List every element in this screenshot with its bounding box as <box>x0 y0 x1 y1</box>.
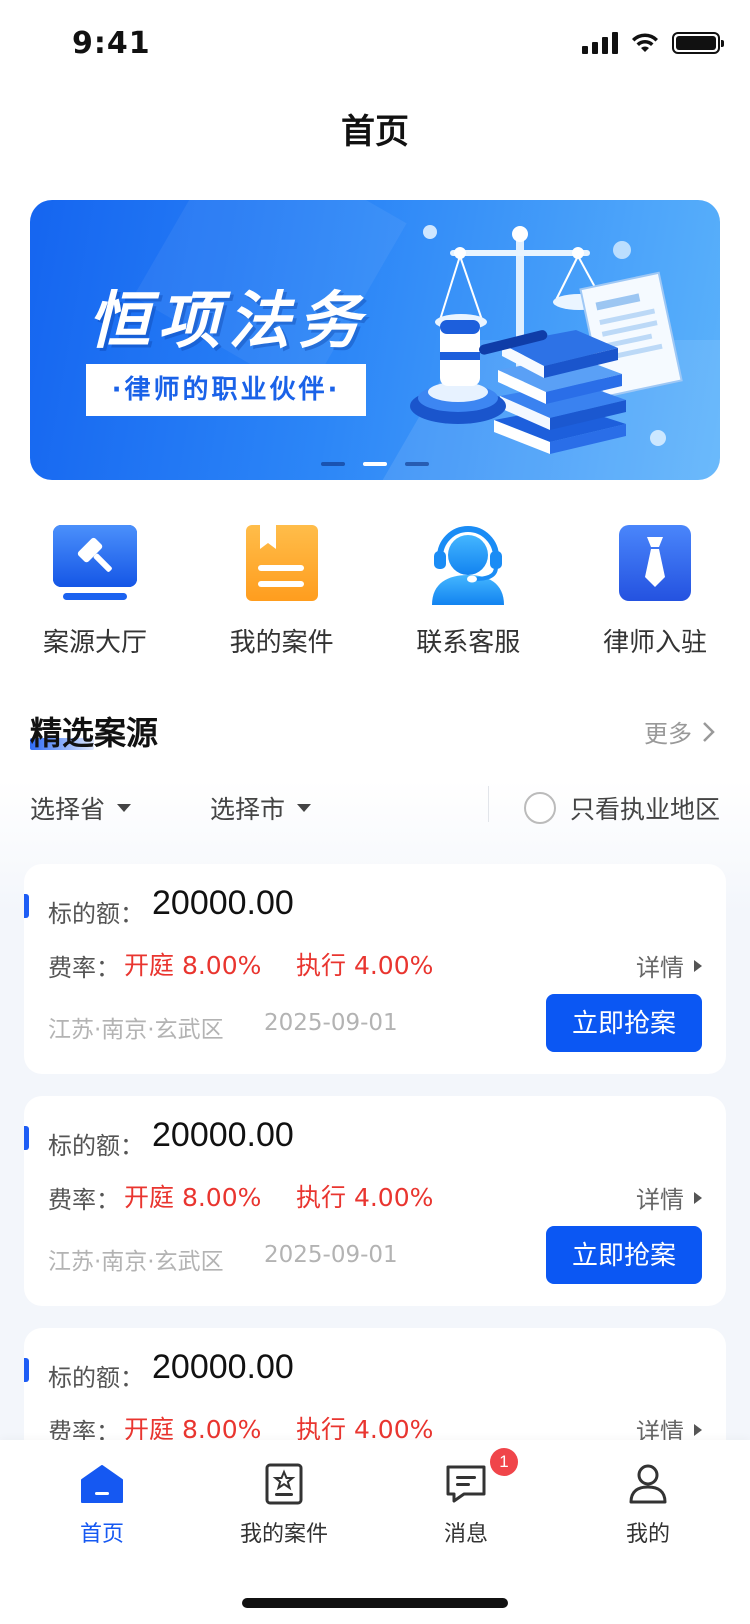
headset-service-icon <box>418 520 518 606</box>
justice-scale-illustration <box>410 225 683 454</box>
banner-dot <box>321 462 345 466</box>
detail-link[interactable]: 详情 <box>636 1180 702 1215</box>
case-date: 2025-09-01 <box>264 1242 398 1268</box>
tab-label: 首页 <box>79 1522 124 1547</box>
case-region: 江苏·南京·玄武区 <box>48 1017 224 1043</box>
rate-label: 费率： <box>48 954 120 982</box>
amount-label: 标的额： <box>48 900 144 928</box>
case-date: 2025-09-01 <box>264 1010 398 1036</box>
lawyer-tie-icon <box>605 520 705 606</box>
radio-unchecked-icon <box>523 792 556 824</box>
rate-court: 开庭 8.00% <box>124 951 262 980</box>
case-folder-icon <box>232 520 332 606</box>
amount-label: 标的额： <box>48 1132 144 1160</box>
battery-icon <box>672 32 724 54</box>
card-accent-bar <box>24 1126 29 1150</box>
page-title: 首页 <box>341 112 409 152</box>
banner-pagination <box>30 462 720 466</box>
amount-value: 20000.00 <box>152 884 294 922</box>
banner-dot <box>363 462 387 466</box>
filter-bar: 选择省 选择市 只看执业地区 <box>30 782 720 834</box>
case-card[interactable]: 标的额： 20000.00 费率： 开庭 8.00% 执行 4.00% 详情 江… <box>24 1096 726 1306</box>
status-bar: 9:41 <box>0 0 750 88</box>
more-link[interactable]: 更多 <box>644 714 716 749</box>
rate-label: 费率： <box>48 1186 120 1214</box>
quick-nav-label: 律师入驻 <box>602 628 707 658</box>
quick-nav-lawyer-join[interactable]: 律师入驻 <box>580 520 730 660</box>
city-select-label: 选择市 <box>210 795 286 824</box>
banner-subtitle: ·律师的职业伙伴· <box>86 364 366 416</box>
case-icon <box>260 1460 308 1508</box>
amount-label: 标的额： <box>48 1364 144 1392</box>
filter-divider <box>488 786 489 822</box>
triangle-right-icon <box>694 1423 702 1436</box>
quick-nav-label: 我的案件 <box>229 628 334 658</box>
quick-nav: 案源大厅 我的案件 联系客服 律师入驻 <box>0 520 750 660</box>
grab-case-button[interactable]: 立即抢案 <box>546 1226 702 1284</box>
chevron-right-icon <box>703 721 715 742</box>
tab-label: 我的案件 <box>239 1522 328 1547</box>
tab-label: 我的 <box>625 1522 670 1547</box>
caret-down-icon <box>297 804 312 812</box>
rate-execution: 执行 4.00% <box>296 951 434 980</box>
home-icon <box>78 1460 126 1508</box>
promo-banner[interactable]: 恒项法务 ·律师的职业伙伴· <box>30 200 720 480</box>
only-practice-region-toggle[interactable]: 只看执业地区 <box>523 790 720 826</box>
home-indicator <box>242 1598 508 1608</box>
tab-profile[interactable]: 我的 <box>578 1460 718 1548</box>
quick-nav-label: 联系客服 <box>416 628 521 658</box>
banner-dot <box>405 462 429 466</box>
case-region: 江苏·南京·玄武区 <box>48 1249 224 1275</box>
case-card[interactable]: 标的额： 20000.00 费率： 开庭 8.00% 执行 4.00% 详情 江… <box>24 864 726 1074</box>
tab-bar: 首页 我的案件 1 消息 我的 <box>0 1440 750 1624</box>
rate-court: 开庭 8.00% <box>124 1183 262 1212</box>
quick-nav-my-cases[interactable]: 我的案件 <box>207 520 357 660</box>
unread-badge: 1 <box>490 1448 518 1476</box>
grab-case-button[interactable]: 立即抢案 <box>546 994 702 1052</box>
section-title: 精选案源 <box>30 714 159 752</box>
wifi-icon <box>632 33 658 52</box>
amount-value: 20000.00 <box>152 1348 294 1386</box>
caret-down-icon <box>117 804 132 812</box>
quick-nav-label: 案源大厅 <box>42 628 147 658</box>
detail-link[interactable]: 详情 <box>636 948 702 983</box>
tab-my-cases[interactable]: 我的案件 <box>214 1460 354 1548</box>
gavel-screen-icon <box>45 520 145 606</box>
message-icon: 1 <box>442 1448 518 1508</box>
triangle-right-icon <box>694 1191 702 1204</box>
more-label: 更多 <box>644 720 692 748</box>
user-icon <box>624 1460 672 1508</box>
cellular-signal-icon <box>582 32 618 54</box>
triangle-right-icon <box>694 959 702 972</box>
detail-label: 详情 <box>636 1186 684 1214</box>
quick-nav-customer-service[interactable]: 联系客服 <box>393 520 543 660</box>
rate-execution: 执行 4.00% <box>296 1183 434 1212</box>
city-select[interactable]: 选择市 <box>210 790 312 826</box>
quick-nav-case-hall[interactable]: 案源大厅 <box>20 520 170 660</box>
detail-label: 详情 <box>636 954 684 982</box>
amount-value: 20000.00 <box>152 1116 294 1154</box>
province-select-label: 选择省 <box>30 795 106 824</box>
section-header: 精选案源 更多 <box>30 708 720 758</box>
card-accent-bar <box>24 894 29 918</box>
tab-home[interactable]: 首页 <box>32 1460 172 1548</box>
card-accent-bar <box>24 1358 29 1382</box>
status-icons <box>582 32 724 54</box>
tab-label: 消息 <box>443 1522 488 1547</box>
tab-messages[interactable]: 1 消息 <box>396 1448 536 1548</box>
province-select[interactable]: 选择省 <box>30 790 132 826</box>
status-time: 9:41 <box>72 26 151 61</box>
only-practice-region-label: 只看执业地区 <box>569 795 720 824</box>
banner-title: 恒项法务 <box>88 284 369 357</box>
